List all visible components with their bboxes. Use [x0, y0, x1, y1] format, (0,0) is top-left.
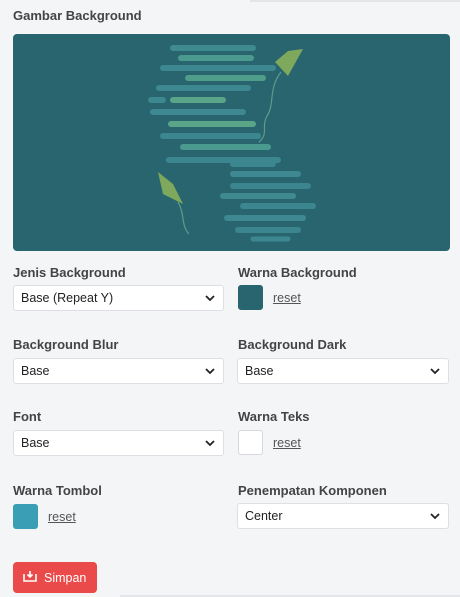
chevron-down-icon [197, 286, 223, 310]
warna-background-label: Warna Background [238, 265, 357, 280]
background-dark-label: Background Dark [238, 337, 347, 352]
penempatan-komponen-select[interactable]: Center [237, 503, 449, 529]
save-icon [23, 570, 37, 585]
penempatan-komponen-label: Penempatan Komponen [238, 483, 387, 498]
font-value: Base [21, 436, 50, 450]
warna-teks-label: Warna Teks [238, 409, 310, 424]
save-button-label: Simpan [44, 570, 87, 585]
font-select[interactable]: Base [13, 430, 224, 456]
save-button[interactable]: Simpan [13, 562, 97, 593]
background-dark-select[interactable]: Base [237, 358, 449, 384]
penempatan-komponen-value: Center [245, 509, 283, 523]
background-blur-value: Base [21, 364, 50, 378]
chevron-down-icon [197, 431, 223, 455]
background-image-preview[interactable] [13, 34, 450, 251]
kite-upper [258, 49, 303, 143]
chevron-down-icon [422, 359, 448, 383]
warna-teks-swatch[interactable] [238, 430, 263, 455]
kite-lower [158, 172, 190, 235]
background-illustration [148, 45, 316, 242]
jenis-background-label: Jenis Background [13, 265, 126, 280]
chevron-down-icon [422, 504, 448, 528]
section-title: Gambar Background [13, 8, 142, 23]
warna-teks-reset-link[interactable]: reset [273, 436, 301, 450]
background-blur-select[interactable]: Base [13, 358, 224, 384]
cloud-stripes [148, 45, 316, 242]
warna-background-swatch[interactable] [238, 285, 263, 310]
warna-tombol-reset-link[interactable]: reset [48, 510, 76, 524]
warna-tombol-label: Warna Tombol [13, 483, 102, 498]
background-blur-label: Background Blur [13, 337, 119, 352]
chevron-down-icon [197, 359, 223, 383]
background-dark-value: Base [245, 364, 274, 378]
warna-tombol-swatch[interactable] [13, 504, 38, 529]
font-label: Font [13, 409, 42, 424]
top-divider [250, 0, 460, 2]
warna-background-reset-link[interactable]: reset [273, 291, 301, 305]
jenis-background-value: Base (Repeat Y) [21, 291, 114, 305]
jenis-background-select[interactable]: Base (Repeat Y) [13, 285, 224, 311]
